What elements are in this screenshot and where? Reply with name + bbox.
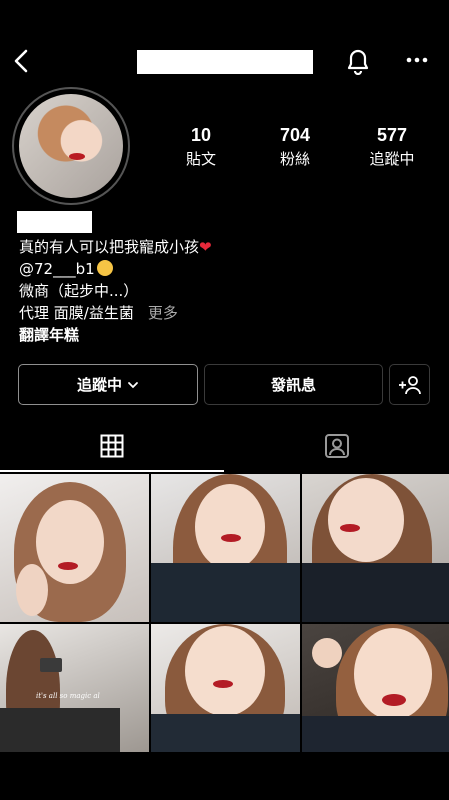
avatar [19,94,123,198]
bell-icon [347,49,369,75]
bio-line-3: 微商（起步中...） [19,282,139,300]
followers-stat[interactable]: 704 粉絲 [250,124,340,170]
bio-line-1-text: 真的有人可以把我寵成小孩 [19,238,200,256]
bio: 真的有人可以把我寵成小孩❤ @72___b1 微商（起步中...） 代理 面膜/… [19,236,429,346]
post-thumbnail[interactable]: it's all so magic al [0,624,149,752]
post-thumbnail[interactable] [0,474,149,622]
bio-line-1: 真的有人可以把我寵成小孩❤ [19,236,429,258]
message-button[interactable]: 發訊息 [204,364,383,405]
posts-count: 10 [190,125,212,145]
following-button[interactable]: 追蹤中 [18,364,198,405]
tab-grid[interactable] [0,420,224,472]
tagged-user-icon [324,434,349,458]
post-thumbnail[interactable] [151,624,300,752]
post-thumbnail[interactable] [302,624,449,752]
profile-avatar-ring[interactable] [12,87,130,205]
followers-count: 704 [279,125,311,145]
chevron-down-icon [128,381,138,388]
add-user-icon [398,375,421,394]
post-thumbnail[interactable] [302,474,449,622]
bio-line-4: 代理 面膜/益生菌 更多 [19,302,429,324]
message-button-label: 發訊息 [270,376,316,394]
active-tab-indicator [0,470,224,472]
tab-tagged[interactable] [224,420,449,472]
posts-stat[interactable]: 10 貼文 [156,124,246,170]
heart-icon: ❤ [199,238,212,256]
translate-bio-link[interactable]: 翻譯年糕 [19,324,429,346]
add-user-button[interactable] [389,364,430,405]
post-caption: it's all so magic al [36,692,100,700]
posts-label: 貼文 [185,150,216,168]
posts-grid: it's all so magic al [0,474,449,752]
redacted-display-name [17,211,92,233]
emoji-icon [96,260,113,276]
grid-icon [100,434,124,458]
back-button[interactable] [8,44,34,78]
more-button[interactable] [401,48,433,72]
following-count: 577 [376,125,408,145]
bio-mention-link[interactable]: @72___b1 [19,260,95,278]
following-button-label: 追蹤中 [76,376,122,394]
notification-button[interactable] [342,44,374,78]
bio-more-link[interactable]: 更多 [148,304,178,322]
following-stat[interactable]: 577 追蹤中 [347,124,437,170]
redacted-username [137,50,313,74]
chevron-left-icon [14,49,28,73]
bio-line-2: @72___b1 [19,258,429,280]
bio-line-4-text: 代理 面膜/益生菌 [19,304,134,322]
more-horizontal-icon [406,57,428,63]
profile-tabs [0,420,449,472]
following-label: 追蹤中 [369,150,415,168]
post-thumbnail[interactable] [151,474,300,622]
followers-label: 粉絲 [279,150,310,168]
